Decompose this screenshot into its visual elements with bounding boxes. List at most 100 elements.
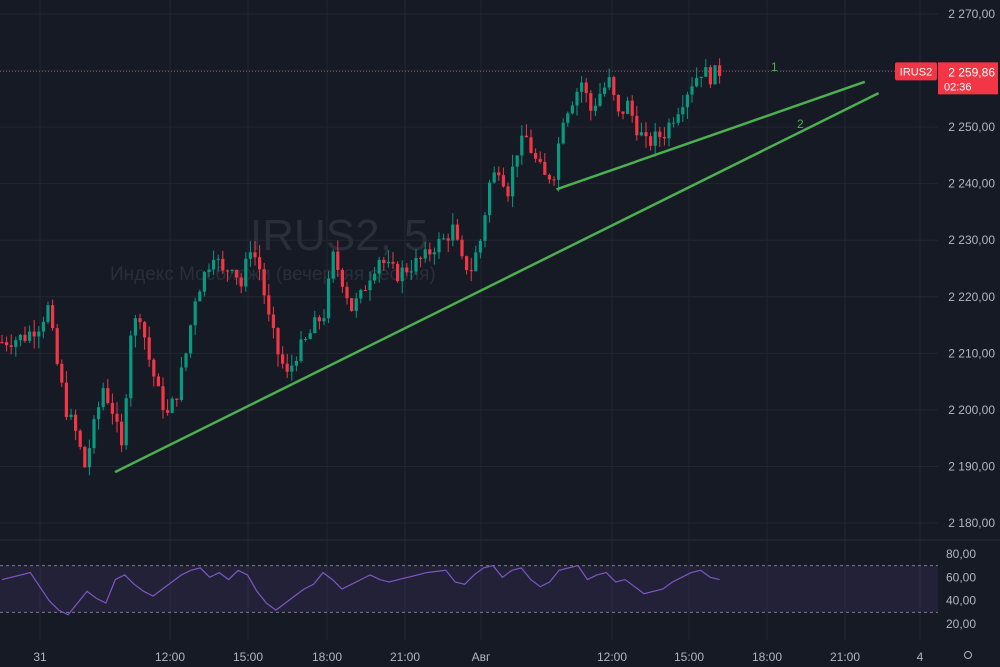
candle-body bbox=[32, 331, 36, 337]
candle-body bbox=[639, 132, 643, 136]
y-tick-label: 2 180,00 bbox=[948, 516, 995, 530]
candle-body bbox=[124, 398, 128, 446]
candle-body bbox=[616, 94, 620, 112]
candle-body bbox=[478, 240, 482, 253]
candle-body bbox=[74, 414, 78, 431]
candle-body bbox=[442, 238, 446, 240]
candle-body bbox=[612, 77, 616, 95]
candle-body bbox=[685, 94, 689, 108]
candle-body bbox=[451, 224, 455, 241]
candle-body bbox=[718, 65, 722, 76]
candle-body bbox=[538, 158, 542, 162]
candle-body bbox=[419, 257, 423, 259]
candle-body bbox=[699, 76, 703, 78]
candle-body bbox=[708, 67, 712, 85]
candle-body bbox=[248, 252, 252, 259]
price-chart[interactable]: IRUS2, 5Индекс Мосбиржи (вечерняя сессия… bbox=[0, 0, 1000, 667]
candle-body bbox=[386, 261, 390, 263]
candle-body bbox=[336, 251, 340, 270]
candle-body bbox=[327, 278, 331, 319]
candle-body bbox=[290, 365, 294, 372]
candle-body bbox=[115, 413, 119, 422]
candle-body bbox=[216, 258, 220, 260]
candle-body bbox=[120, 421, 124, 446]
candle-body bbox=[483, 215, 487, 241]
candle-body bbox=[704, 67, 708, 77]
candle-body bbox=[363, 289, 367, 291]
rsi-tick-label: 80,00 bbox=[946, 547, 976, 561]
symbol-tag-label: IRUS2 bbox=[900, 66, 932, 78]
candle-body bbox=[423, 249, 427, 259]
candle-body bbox=[235, 269, 239, 278]
candle-body bbox=[681, 107, 685, 115]
x-tick-label: 31 bbox=[33, 650, 47, 664]
x-tick-label: Авг bbox=[472, 650, 491, 664]
candle-body bbox=[202, 272, 206, 292]
candle-body bbox=[304, 339, 308, 341]
x-tick-label: 15:00 bbox=[674, 650, 704, 664]
x-tick-label: 12:00 bbox=[597, 650, 627, 664]
candle-body bbox=[501, 175, 505, 187]
candle-body bbox=[515, 155, 519, 167]
candle-body bbox=[281, 354, 285, 364]
candle-body bbox=[644, 132, 648, 137]
y-tick-label: 2 200,00 bbox=[948, 403, 995, 417]
trendline-1[interactable] bbox=[556, 80, 866, 191]
candle-body bbox=[488, 182, 492, 216]
candle-body bbox=[110, 403, 114, 414]
candle-body bbox=[5, 342, 9, 346]
price-axis[interactable] bbox=[938, 0, 1000, 667]
chart-root: IRUS2, 5 Индекс Мосбиржи (вечерняя сессия… bbox=[0, 0, 1000, 667]
candle-body bbox=[662, 137, 666, 139]
candle-body bbox=[267, 295, 271, 315]
candle-body bbox=[170, 398, 174, 413]
candle-body bbox=[239, 277, 243, 287]
candle-body bbox=[41, 321, 45, 332]
candle-body bbox=[474, 252, 478, 272]
y-tick-label: 2 190,00 bbox=[948, 459, 995, 473]
candle-body bbox=[497, 172, 501, 176]
candle-body bbox=[455, 224, 459, 240]
candle-body bbox=[695, 77, 699, 87]
candle-body bbox=[193, 301, 197, 326]
trendline-label-2: 2 bbox=[797, 117, 804, 131]
x-tick-label: 12:00 bbox=[155, 650, 185, 664]
candle-body bbox=[667, 122, 671, 139]
candle-body bbox=[340, 269, 344, 287]
candle-body bbox=[552, 179, 556, 181]
candle-body bbox=[593, 105, 597, 111]
x-tick-label: 21:00 bbox=[390, 650, 420, 664]
candle-body bbox=[9, 345, 13, 347]
candle-body bbox=[584, 82, 588, 94]
candle-body bbox=[64, 382, 68, 418]
candle-body bbox=[285, 363, 289, 372]
rsi-tick-label: 40,00 bbox=[946, 594, 976, 608]
y-tick-label: 2 220,00 bbox=[948, 290, 995, 304]
candle-body bbox=[547, 174, 551, 180]
candle-body bbox=[432, 252, 436, 255]
candle-body bbox=[437, 238, 441, 253]
candle-body bbox=[649, 136, 653, 146]
candle-body bbox=[626, 100, 630, 114]
candle-body bbox=[405, 267, 409, 273]
x-tick-label: 21:00 bbox=[830, 650, 860, 664]
candle-body bbox=[460, 239, 464, 257]
candle-body bbox=[308, 333, 312, 340]
candle-body bbox=[276, 328, 280, 355]
candle-body bbox=[147, 337, 151, 360]
candle-body bbox=[129, 335, 133, 399]
candle-body bbox=[557, 143, 561, 180]
candle-body bbox=[607, 77, 611, 88]
candle-body bbox=[529, 137, 533, 153]
y-tick-label: 2 210,00 bbox=[948, 346, 995, 360]
candle-body bbox=[603, 87, 607, 94]
last-price-value: 2 259,86 bbox=[948, 65, 995, 79]
countdown-value: 02:36 bbox=[944, 81, 972, 93]
candle-body bbox=[630, 100, 634, 116]
y-tick-label: 2 240,00 bbox=[948, 177, 995, 191]
candle-body bbox=[230, 269, 234, 271]
candle-body bbox=[561, 122, 565, 144]
candle-body bbox=[566, 113, 570, 123]
candle-body bbox=[55, 328, 59, 364]
candle-body bbox=[690, 86, 694, 95]
